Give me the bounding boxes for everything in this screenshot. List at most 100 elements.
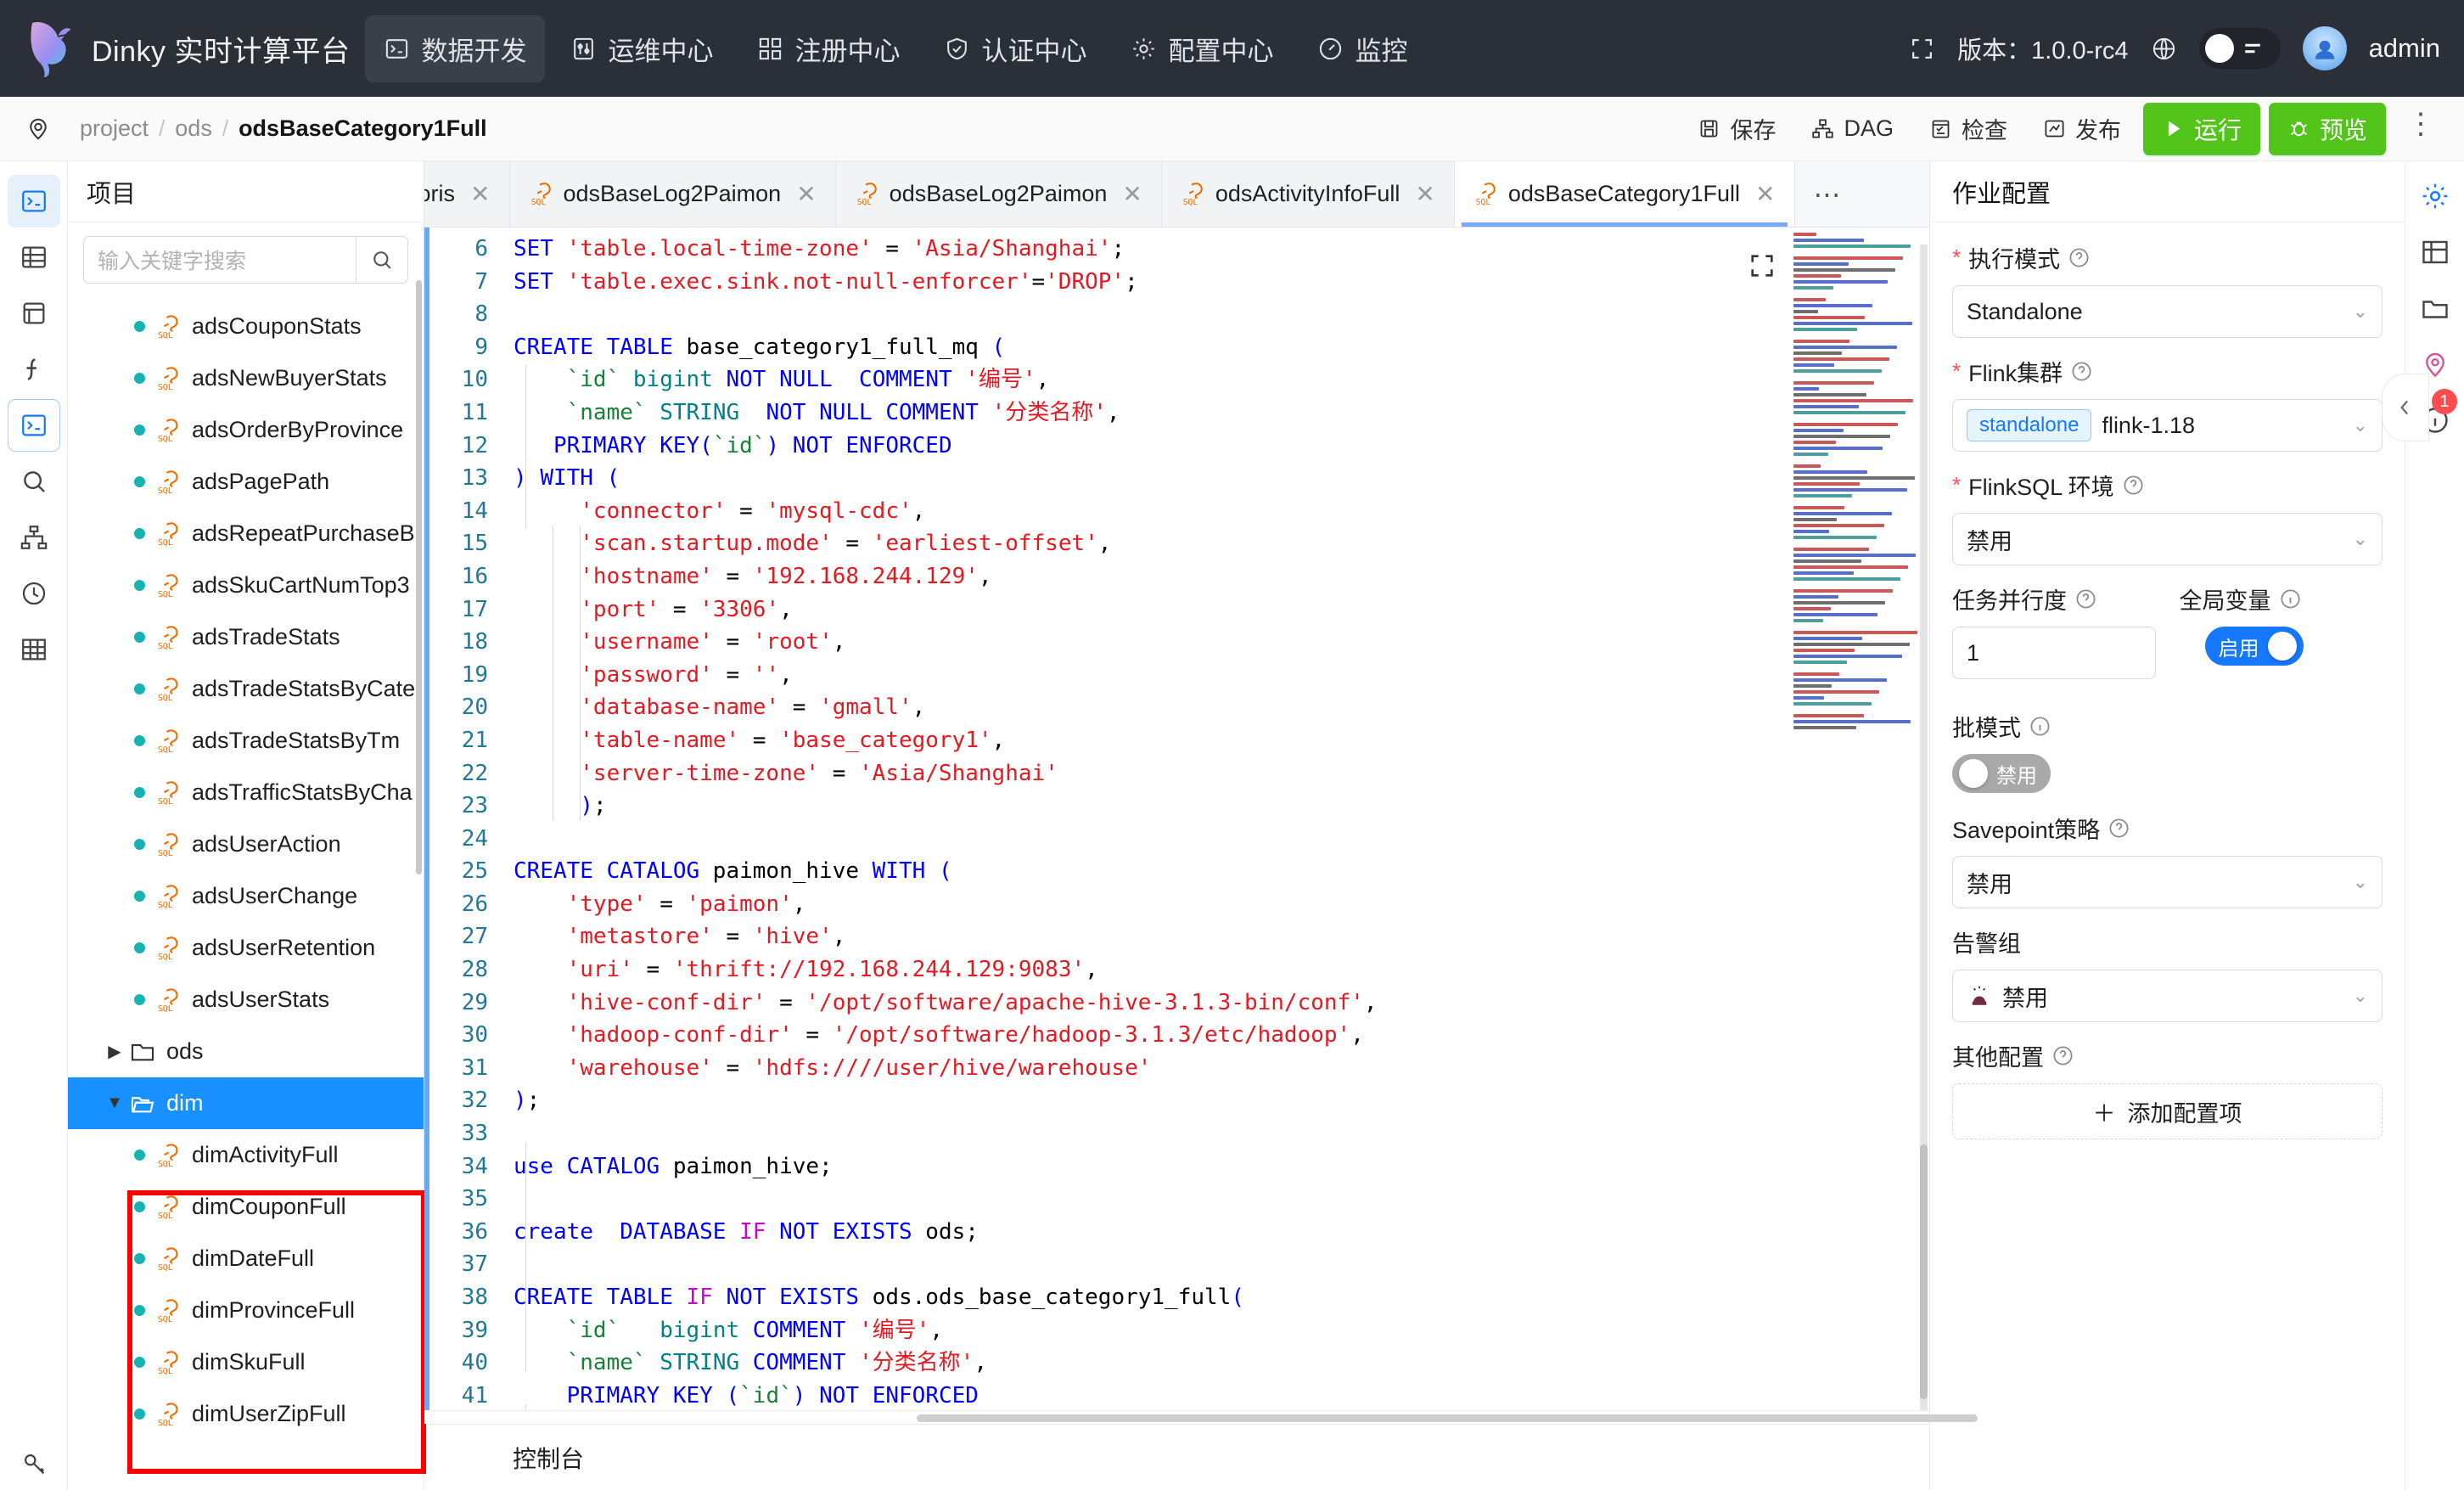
tree-item-adsUserStats[interactable]: SQL adsUserStats — [68, 974, 424, 1026]
tree-item-adsTradeStats[interactable]: SQL adsTradeStats — [68, 611, 424, 663]
search-button[interactable] — [356, 236, 408, 284]
help-icon[interactable] — [2070, 360, 2093, 383]
chevron-right-icon[interactable]: ▶ — [100, 1041, 129, 1062]
close-icon[interactable]: ✕ — [1122, 180, 1142, 208]
dag-icon — [1811, 117, 1834, 140]
rail-item-database[interactable] — [8, 287, 60, 340]
editor-tab-overflow-button[interactable]: ⋯ — [1795, 161, 1860, 227]
publish-button[interactable]: 发布 — [2029, 104, 2135, 153]
nav-item-monitoring[interactable]: 监控 — [1299, 15, 1426, 82]
tree-folder-ods[interactable]: ▶ ods — [68, 1026, 424, 1077]
check-button[interactable]: 检查 — [1916, 104, 2021, 153]
rail-item-functions[interactable] — [8, 343, 60, 396]
code-surface[interactable]: 6 7 8 9 10 11 12 13 14 15 16 17 18 19 20… — [429, 228, 1929, 1410]
flinksql-env-select[interactable]: 禁用 ⌄ — [1952, 513, 2383, 565]
globe-icon[interactable] — [2151, 36, 2177, 62]
tree-item-dimUserZipFull[interactable]: SQL dimUserZipFull — [68, 1388, 424, 1440]
tree-item-adsOrderByProvince[interactable]: SQL adsOrderByProvince — [68, 404, 424, 456]
tree-item-adsUserRetention[interactable]: SQL adsUserRetention — [68, 922, 424, 974]
tree-item-adsTradeStatsByTm[interactable]: SQL adsTradeStatsByTm — [68, 715, 424, 767]
tree-item-dimCouponFull[interactable]: SQL dimCouponFull — [68, 1181, 424, 1233]
editor-vertical-scrollbar[interactable] — [1920, 245, 1928, 1410]
help-icon[interactable] — [2108, 817, 2130, 840]
tree-item-adsRepeatPurchaseB[interactable]: SQL adsRepeatPurchaseB — [68, 508, 424, 559]
chevron-down-icon[interactable]: ▼ — [100, 1094, 129, 1113]
panel-collapse-handle[interactable] — [2382, 374, 2429, 441]
tree-item-adsNewBuyerStats[interactable]: SQL adsNewBuyerStats — [68, 352, 424, 404]
editor-tab-g2Doris[interactable]: SQLg2Doris✕ — [424, 161, 510, 227]
alert-group-label: 告警组 — [1952, 931, 2021, 957]
parallelism-input[interactable]: 1 — [1952, 627, 2156, 679]
dag-button[interactable]: DAG — [1798, 108, 1907, 149]
scrollbar-thumb[interactable] — [917, 1414, 1978, 1422]
help-icon[interactable] — [2051, 1044, 2074, 1067]
nav-item-registration-center[interactable]: 注册中心 — [738, 15, 918, 82]
info-icon[interactable] — [2279, 588, 2302, 610]
search-input[interactable]: 输入关键字搜索 — [83, 236, 356, 284]
tree-item-adsPagePath[interactable]: SQL adsPagePath — [68, 456, 424, 508]
tree-item-adsTrafficStatsByCha[interactable]: SQL adsTrafficStatsByCha — [68, 767, 424, 818]
tree-item-dimProvinceFull[interactable]: SQL dimProvinceFull — [68, 1285, 424, 1336]
close-icon[interactable]: ✕ — [1755, 180, 1775, 208]
help-icon[interactable] — [2074, 588, 2097, 610]
run-button[interactable]: 运行 — [2142, 102, 2260, 155]
tree-item-adsTradeStatsByCate[interactable]: SQL adsTradeStatsByCate — [68, 663, 424, 715]
nav-item-auth-center[interactable]: 认证中心 — [925, 15, 1105, 82]
rail-item-search[interactable] — [8, 455, 60, 508]
preview-button[interactable]: 预览 — [2268, 102, 2386, 155]
alert-group-select[interactable]: 禁用 ⌄ — [1952, 970, 2383, 1022]
expand-editor-icon[interactable] — [1748, 251, 1776, 280]
right-rail-grid[interactable] — [2414, 231, 2456, 273]
tree-item-adsUserChange[interactable]: SQL adsUserChange — [68, 870, 424, 922]
nav-item-data-development[interactable]: 数据开发 — [365, 14, 546, 82]
right-rail-folder[interactable] — [2414, 287, 2456, 329]
editor-tab-odsBaseCategory1Full[interactable]: SQL odsBaseCategory1Full ✕ — [1454, 161, 1795, 227]
rail-item-project[interactable] — [7, 175, 60, 228]
info-icon[interactable] — [2029, 715, 2051, 738]
close-icon[interactable]: ✕ — [796, 180, 816, 208]
close-icon[interactable]: ✕ — [1415, 180, 1434, 208]
editor-horizontal-scrollbar[interactable] — [424, 1410, 1978, 1424]
rail-item-settings[interactable] — [8, 1437, 60, 1490]
toolbar-more-button[interactable]: ⋮ — [2394, 110, 2444, 140]
theme-toggle[interactable] — [2198, 28, 2281, 69]
add-config-button[interactable]: ＋ 添加配置项 — [1952, 1083, 2383, 1139]
editor-tab-odsBaseLog2Paimon[interactable]: SQL odsBaseLog2Paimon ✕ — [509, 161, 836, 227]
rail-item-lineage[interactable] — [8, 511, 60, 564]
breadcrumb-project[interactable]: project — [80, 115, 149, 142]
rail-item-history[interactable] — [8, 567, 60, 620]
savepoint-select[interactable]: 禁用 ⌄ — [1952, 856, 2383, 908]
save-button[interactable]: 保存 — [1684, 104, 1789, 153]
expand-icon[interactable] — [1909, 36, 1935, 62]
batch-mode-toggle[interactable]: 禁用 — [1952, 754, 2051, 793]
help-icon[interactable] — [2122, 474, 2145, 497]
nav-item-config-center[interactable]: 配置中心 — [1112, 15, 1292, 82]
tree-item-adsSkuCartNumTop3[interactable]: SQL adsSkuCartNumTop3 — [68, 559, 424, 611]
flink-cluster-select[interactable]: standalone flink-1.18 ⌄ — [1952, 399, 2383, 452]
tree-item-adsCouponStats[interactable]: SQL adsCouponStats — [68, 301, 424, 352]
tree-scrollbar[interactable] — [416, 280, 422, 874]
tree-item-dimDateFull[interactable]: SQL dimDateFull — [68, 1233, 424, 1285]
code-text[interactable]: SET 'table.local-time-zone' = 'Asia/Shan… — [502, 233, 1929, 1410]
right-rail-job-config[interactable] — [2414, 175, 2456, 217]
global-var-toggle[interactable]: 启用 — [2204, 627, 2304, 666]
console-panel-title[interactable]: 控制台 — [424, 1424, 1929, 1490]
breadcrumb-ods[interactable]: ods — [175, 115, 212, 142]
tree-item-dimActivityFull[interactable]: SQL dimActivityFull — [68, 1129, 424, 1181]
editor-tab-odsBaseLog2Paimon[interactable]: SQL odsBaseLog2Paimon ✕ — [835, 161, 1162, 227]
nav-item-ops-center[interactable]: 运维中心 — [552, 15, 732, 82]
project-tree-list[interactable]: SQL adsCouponStats SQL adsNewBuyerStats SQL a… — [68, 289, 424, 1490]
code-editor[interactable]: 6 7 8 9 10 11 12 13 14 15 16 17 18 19 20… — [424, 228, 1929, 1410]
exec-mode-select[interactable]: Standalone ⌄ — [1952, 285, 2383, 338]
rail-item-table[interactable] — [8, 623, 60, 676]
help-icon[interactable] — [2068, 246, 2091, 269]
rail-item-console[interactable] — [7, 399, 60, 452]
tree-folder-dim[interactable]: ▼ dim — [68, 1077, 424, 1129]
tree-item-adsUserAction[interactable]: SQL adsUserAction — [68, 818, 424, 870]
tree-item-dimSkuFull[interactable]: SQL dimSkuFull — [68, 1336, 424, 1388]
avatar[interactable] — [2302, 26, 2347, 70]
close-icon[interactable]: ✕ — [470, 180, 490, 208]
scrollbar-thumb[interactable] — [1920, 1144, 1928, 1399]
editor-tab-odsActivityInfoFull[interactable]: SQL odsActivityInfoFull ✕ — [1161, 161, 1455, 227]
rail-item-catalog[interactable] — [8, 231, 60, 284]
